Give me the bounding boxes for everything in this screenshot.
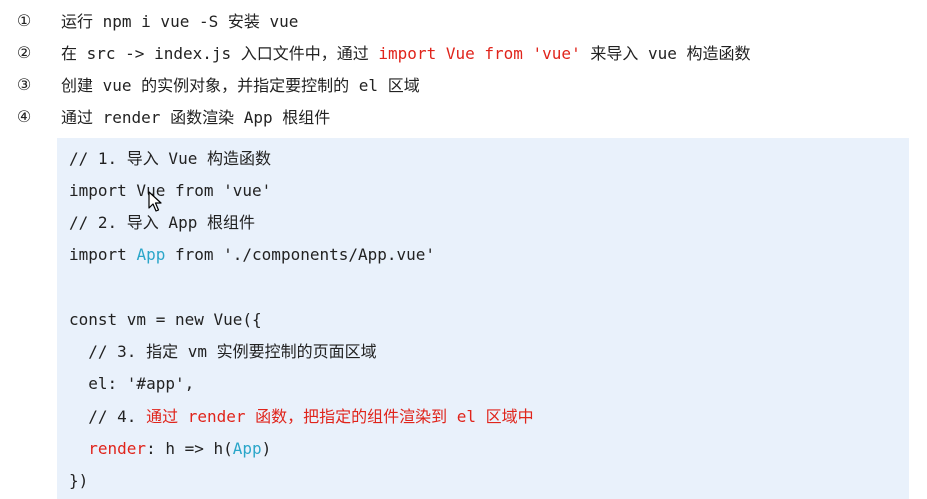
- code-line: const vm = new Vue({: [69, 308, 262, 332]
- code-token-identifier: App: [136, 245, 166, 264]
- code-line: // 1. 导入 Vue 构造函数: [69, 147, 271, 171]
- step-text: 通过 render 函数渲染 App 根组件: [61, 104, 330, 128]
- code-token: // 4.: [69, 407, 147, 426]
- step-number: ③: [16, 74, 32, 94]
- code-token-highlight: 通过 render 函数，把指定的组件渲染到 el 区域中: [146, 407, 534, 426]
- code-token: }): [69, 471, 89, 490]
- code-token-identifier: App: [232, 439, 262, 458]
- step-text: 创建 vue 的实例对象，并指定要控制的 el 区域: [61, 72, 420, 96]
- step-text-part: 通过 render 函数渲染 App 根组件: [61, 108, 331, 127]
- code-token: : h => h(: [146, 439, 233, 458]
- code-line: import Vue from 'vue': [69, 179, 271, 203]
- code-line: el: '#app',: [69, 372, 194, 396]
- step-number: ①: [16, 10, 32, 30]
- code-token: ): [261, 439, 272, 458]
- step-text: 在 src -> index.js 入口文件中，通过 import Vue fr…: [61, 40, 751, 64]
- step-number: ④: [16, 106, 32, 126]
- code-line: // 2. 导入 App 根组件: [69, 211, 255, 235]
- code-token-highlight: render: [88, 439, 147, 458]
- step-text-part: 在 src -> index.js 入口文件中，通过: [61, 44, 379, 63]
- step-text-part: 创建 vue 的实例对象，并指定要控制的 el 区域: [61, 76, 420, 95]
- step-number: ②: [16, 42, 32, 62]
- code-token: import Vue from 'vue': [69, 181, 272, 200]
- step-text-part: 运行 npm i vue -S 安装 vue: [61, 12, 299, 31]
- code-token: import: [69, 245, 137, 264]
- code-line: // 3. 指定 vm 实例要控制的页面区域: [69, 340, 377, 364]
- code-token: from './components/App.vue': [165, 245, 436, 264]
- step-text-part: 来导入 vue 构造函数: [580, 44, 751, 63]
- code-line: render: h => h(App): [69, 437, 271, 461]
- code-token: el: '#app',: [69, 374, 195, 393]
- code-token: // 3. 指定 vm 实例要控制的页面区域: [69, 342, 377, 361]
- code-line: import App from './components/App.vue': [69, 243, 435, 267]
- mouse-pointer-icon: [148, 191, 162, 212]
- step-text: 运行 npm i vue -S 安装 vue: [61, 8, 298, 32]
- code-token: // 1. 导入 Vue 构造函数: [69, 149, 271, 168]
- code-line: }): [69, 469, 88, 493]
- code-block: // 1. 导入 Vue 构造函数 import Vue from 'vue' …: [57, 138, 909, 499]
- code-line: // 4. 通过 render 函数，把指定的组件渲染到 el 区域中: [69, 405, 534, 429]
- step-text-highlight: import Vue from 'vue': [378, 44, 581, 63]
- code-token: // 2. 导入 App 根组件: [69, 213, 255, 232]
- code-token: const vm = new Vue({: [69, 310, 262, 329]
